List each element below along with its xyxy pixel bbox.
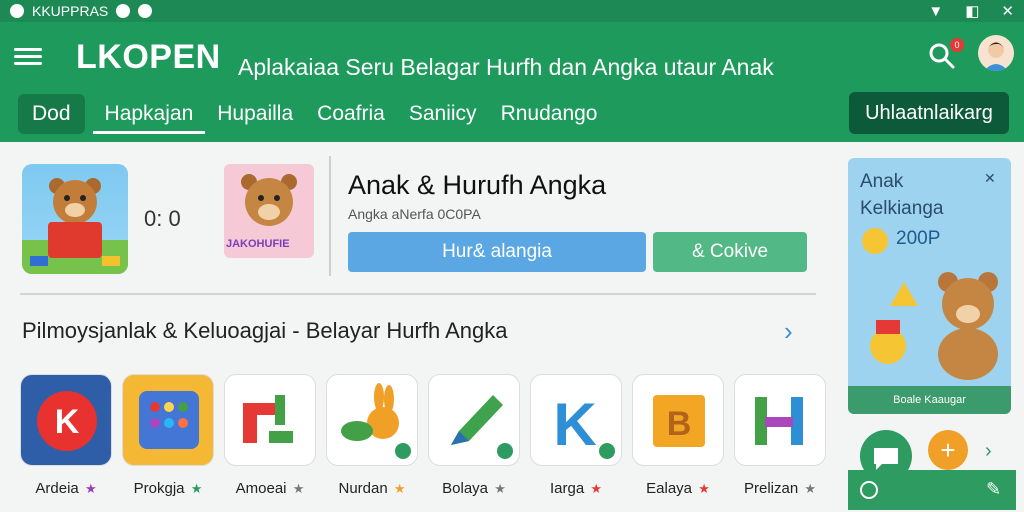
- featured-thumbnail[interactable]: [22, 164, 128, 274]
- app-label: Ealaya: [646, 480, 693, 497]
- featured-subtitle: Angka aNerfa 0C0PA: [348, 206, 481, 222]
- app-label: Iarga: [549, 480, 585, 497]
- app-subtitle: Aplakaiaa Seru Belagar Hurfh dan Angka u…: [238, 54, 774, 80]
- chevron-right-icon[interactable]: ›: [784, 316, 793, 347]
- close-icon[interactable]: ✕: [984, 170, 996, 187]
- promo-card[interactable]: Anak Kelkianga ✕ 200P Boale Kaaugar: [848, 158, 1011, 414]
- arrow-icon[interactable]: ›: [985, 440, 992, 463]
- h-block-icon[interactable]: [734, 374, 826, 466]
- star-icon: ★: [494, 481, 506, 496]
- app-label: Amoeai: [235, 480, 287, 497]
- svg-text:K: K: [55, 403, 80, 441]
- app-bar: LKOPEN Aplakaiaa Seru Belagar Hurfh dan …: [0, 22, 1024, 142]
- app-label: Ardeia: [35, 480, 79, 497]
- promo-title: Anak Kelkianga: [860, 171, 944, 219]
- add-fab[interactable]: +: [928, 430, 968, 470]
- svg-text:K: K: [553, 391, 596, 458]
- list-item[interactable]: K Ardeia ★: [20, 374, 112, 497]
- edit-icon[interactable]: ✎: [986, 479, 1001, 500]
- star-icon: ★: [84, 481, 97, 496]
- app-title: LKOPEN: [76, 38, 221, 76]
- star-icon: ★: [590, 481, 603, 496]
- tab-saniicy[interactable]: Saniicy: [397, 94, 489, 134]
- list-item[interactable]: K Iarga ★: [530, 374, 622, 497]
- section-title: Pilmoysjanlak & Keluoagjai - Belayar Hur…: [22, 318, 508, 343]
- tab-rnudango[interactable]: Rnudango: [489, 94, 610, 134]
- record-icon[interactable]: [860, 481, 878, 499]
- status-sync-icon: [138, 4, 153, 18]
- thumbnail-caption: JAKOHUFIE: [226, 238, 290, 250]
- crayon-icon[interactable]: [428, 374, 520, 466]
- status-app-icon: [10, 4, 24, 18]
- featured-card: 0: 0 JAKOHUFIE Anak & Hurufh Angka Angka…: [20, 156, 820, 290]
- bear-illustration: [870, 272, 998, 380]
- svg-text:B: B: [667, 405, 692, 443]
- featured-title: Anak & Hurufh Angka: [348, 170, 607, 200]
- app-label: Prelizan: [743, 480, 799, 497]
- tab-bar: Dod Hapkajan Hupailla Coafria Saniicy Rn…: [18, 94, 609, 134]
- k-letter-icon[interactable]: K: [20, 374, 112, 466]
- top-action-button[interactable]: Uhlaatnlaikarg: [849, 92, 1009, 134]
- close-icon[interactable]: ✕: [1001, 2, 1014, 20]
- primary-button[interactable]: Hur& alangia: [348, 232, 646, 272]
- list-item[interactable]: Bolaya ★: [428, 374, 520, 497]
- list-item[interactable]: B Ealaya ★: [632, 374, 724, 497]
- app-label: Nurdan: [338, 480, 388, 497]
- promo-footer: Boale Kaaugar: [848, 386, 1011, 414]
- avatar[interactable]: [978, 35, 1014, 71]
- star-icon: ★: [804, 481, 817, 496]
- tab-hupailla[interactable]: Hupailla: [205, 94, 305, 134]
- list-item[interactable]: Amoeai ★: [224, 374, 316, 497]
- promo-price: 200P: [896, 228, 941, 249]
- status-notification-icon: [116, 4, 131, 18]
- bottom-bar: ✎: [848, 470, 1016, 510]
- b-block-icon[interactable]: B: [632, 374, 724, 466]
- list-item[interactable]: Prokgja ★: [122, 374, 214, 497]
- notification-badge: 0: [950, 38, 964, 52]
- tab-coafria[interactable]: Coafria: [305, 94, 397, 134]
- status-bar: KKUPPRAS ▼ ◧ ✕: [0, 0, 1024, 22]
- app-label: Prokgja: [133, 480, 185, 497]
- k-block-icon[interactable]: K: [530, 374, 622, 466]
- list-item[interactable]: Nurdan ★: [326, 374, 418, 497]
- secondary-button[interactable]: & Cokive: [653, 232, 807, 272]
- list-item[interactable]: Prelizan ★: [734, 374, 826, 497]
- star-icon: ★: [393, 481, 406, 496]
- coin-icon: [862, 228, 888, 254]
- featured-meta: 0: 0: [144, 206, 181, 231]
- rabbit-icon[interactable]: [326, 374, 418, 466]
- wifi-icon: ▼: [928, 2, 944, 20]
- star-icon: ★: [698, 481, 710, 496]
- star-icon: ★: [292, 481, 305, 496]
- vertical-divider: [329, 156, 331, 276]
- tab-hapkajan[interactable]: Hapkajan: [92, 94, 206, 134]
- menu-icon[interactable]: [14, 44, 42, 66]
- star-icon: ★: [190, 481, 203, 496]
- tab-dod[interactable]: Dod: [18, 94, 85, 134]
- status-app-name: KKUPPRAS: [32, 3, 109, 19]
- app-label: Bolaya: [442, 480, 489, 497]
- section-divider: [20, 293, 816, 295]
- battery-icon: ◧: [965, 3, 980, 20]
- blocks-icon[interactable]: [224, 374, 316, 466]
- app-list: K Ardeia ★ Prokgja ★ Amoeai ★ Nurdan ★ B…: [20, 374, 826, 497]
- toy-board-icon[interactable]: [122, 374, 214, 466]
